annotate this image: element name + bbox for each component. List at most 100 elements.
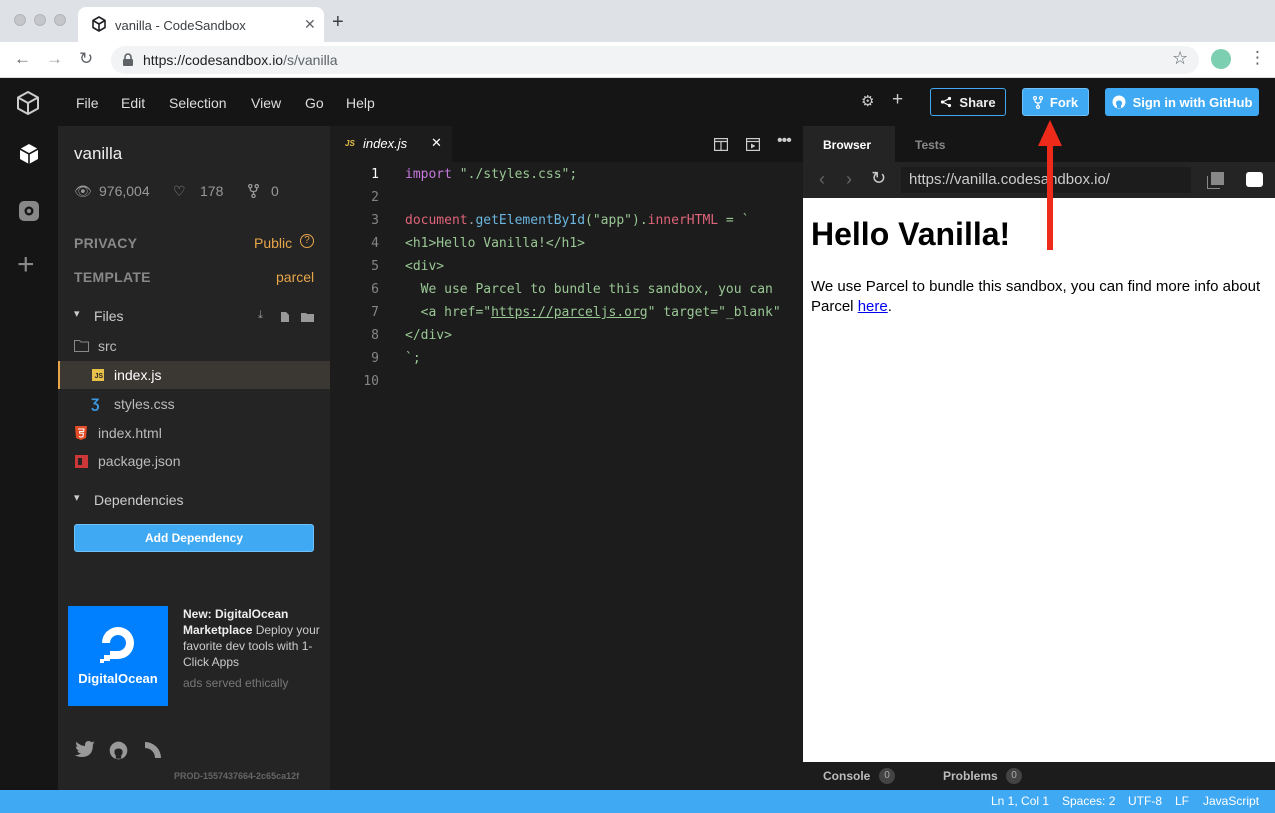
preview-link-here[interactable]: here — [858, 298, 888, 315]
code-line: document.getElementById("app").innerHTML… — [405, 213, 750, 228]
new-tab-icon[interactable]: + — [332, 12, 344, 32]
menu-help[interactable]: Help — [346, 95, 375, 111]
download-icon[interactable]: ⤓ — [258, 309, 263, 322]
open-new-window-icon[interactable] — [1207, 172, 1224, 189]
close-tab-icon[interactable]: ✕ — [431, 135, 442, 151]
ad-text[interactable]: New: DigitalOcean Marketplace Deploy you… — [183, 606, 325, 670]
codesandbox-logo-icon[interactable] — [15, 90, 41, 116]
line-number: 9 — [371, 351, 379, 366]
file-item-index-html[interactable]: index.html — [58, 419, 330, 447]
dependencies-section-title[interactable]: Dependencies — [94, 492, 184, 508]
menu-view[interactable]: View — [251, 95, 281, 111]
settings-gear-icon[interactable]: ⚙ — [861, 92, 874, 110]
new-file-icon[interactable] — [280, 311, 290, 323]
line-number: 2 — [371, 190, 379, 205]
preview-back-icon[interactable]: ‹ — [819, 169, 825, 190]
activity-bar: + — [0, 126, 58, 790]
file-item-styles-css[interactable]: Ʒ styles.css — [58, 390, 330, 418]
template-value[interactable]: parcel — [276, 269, 314, 285]
privacy-label: PRIVACY — [74, 235, 138, 251]
file-item-label: index.js — [114, 367, 162, 383]
digitalocean-ad-image[interactable]: DigitalOcean — [68, 606, 168, 706]
code-line: <a href="https://parceljs.org" target="_… — [405, 305, 781, 320]
bookmark-star-icon[interactable]: ☆ — [1172, 48, 1188, 69]
file-item-index-js[interactable]: JS index.js — [58, 361, 330, 389]
forward-icon[interactable]: → — [46, 49, 63, 69]
browser-menu-icon[interactable]: ⋮ — [1249, 48, 1266, 68]
new-folder-icon[interactable] — [301, 312, 314, 322]
reload-icon[interactable]: ↻ — [79, 49, 93, 69]
profile-avatar[interactable] — [1211, 49, 1231, 69]
line-number: 3 — [371, 213, 379, 228]
preview-forward-icon[interactable]: › — [846, 169, 852, 190]
share-button[interactable]: Share — [930, 88, 1006, 116]
tab-browser[interactable]: Browser — [803, 126, 895, 162]
tab-close-icon[interactable]: ✕ — [304, 16, 316, 33]
folder-icon — [74, 340, 89, 352]
fork-icon — [1032, 95, 1043, 109]
menu-selection[interactable]: Selection — [169, 95, 227, 111]
status-encoding[interactable]: UTF-8 — [1128, 794, 1162, 808]
preview-toggle-icon[interactable] — [746, 138, 760, 151]
deployment-icon[interactable] — [17, 199, 41, 223]
js-file-icon: JS — [92, 369, 104, 381]
files-collapse-chevron-icon[interactable]: ▾ — [74, 307, 80, 320]
menu-go[interactable]: Go — [305, 95, 324, 111]
sandbox-info-icon[interactable] — [17, 142, 41, 166]
preview-fullscreen-icon[interactable] — [1246, 172, 1263, 187]
forks-icon — [248, 184, 259, 198]
privacy-help-icon[interactable]: ? — [300, 234, 314, 248]
close-window-button[interactable] — [14, 14, 26, 26]
file-item-package-json[interactable]: package.json — [58, 447, 330, 475]
preview-url-text: https://vanilla.codesandbox.io/ — [909, 171, 1110, 188]
files-section-title[interactable]: Files — [94, 308, 124, 324]
url-text: https://codesandbox.io/s/vanilla — [143, 52, 338, 68]
fork-label: Fork — [1049, 94, 1079, 110]
code-area[interactable]: 1 2 3 4 5 6 7 8 9 10 import "./styles.cs… — [330, 162, 803, 790]
editor-tab-label: index.js — [363, 136, 408, 151]
line-number: 6 — [371, 282, 379, 297]
spectrum-icon[interactable] — [145, 742, 161, 758]
dependencies-collapse-chevron-icon[interactable]: ▾ — [74, 491, 80, 504]
create-sandbox-icon[interactable]: + — [17, 250, 35, 280]
minimize-window-button[interactable] — [34, 14, 46, 26]
editor-tab-index-js[interactable]: JS index.js ✕ — [330, 126, 452, 162]
npm-file-icon — [75, 455, 88, 468]
status-indentation[interactable]: Spaces: 2 — [1062, 794, 1115, 808]
fork-button[interactable]: Fork — [1022, 88, 1089, 116]
split-view-icon[interactable] — [714, 138, 728, 151]
status-language[interactable]: JavaScript — [1203, 794, 1259, 808]
digitalocean-brand: DigitalOcean — [78, 671, 158, 686]
browser-tab[interactable]: vanilla - CodeSandbox ✕ — [78, 7, 324, 42]
likes-icon[interactable]: ♡ — [173, 183, 186, 200]
tab-tests[interactable]: Tests — [915, 138, 945, 152]
line-number: 1 — [371, 167, 379, 182]
more-options-icon[interactable]: ••• — [777, 132, 792, 150]
add-icon[interactable]: + — [892, 89, 903, 111]
preview-refresh-icon[interactable]: ↻ — [871, 168, 886, 189]
add-dependency-button[interactable]: Add Dependency — [74, 524, 314, 552]
js-tab-icon: JS — [345, 139, 355, 148]
status-cursor-position[interactable]: Ln 1, Col 1 — [991, 794, 1049, 808]
html-file-icon — [75, 426, 87, 440]
github-social-icon[interactable] — [109, 741, 128, 760]
console-tab[interactable]: Console — [823, 769, 870, 783]
tab-browser-label: Browser — [823, 138, 872, 152]
twitter-icon[interactable] — [75, 741, 95, 758]
url-bar[interactable]: https://codesandbox.io/s/vanilla — [111, 46, 1199, 74]
menu-edit[interactable]: Edit — [121, 95, 145, 111]
privacy-value[interactable]: Public — [254, 235, 292, 251]
menu-file[interactable]: File — [76, 95, 99, 111]
sign-in-github-button[interactable]: Sign in with GitHub — [1105, 88, 1259, 116]
annotation-arrow-icon — [1038, 120, 1062, 250]
share-icon — [941, 96, 952, 108]
problems-tab[interactable]: Problems — [943, 769, 998, 783]
code-line: `; — [405, 351, 421, 366]
maximize-window-button[interactable] — [54, 14, 66, 26]
code-line: <div> — [405, 259, 445, 274]
template-label: TEMPLATE — [74, 269, 151, 285]
back-icon[interactable]: ← — [14, 49, 31, 69]
share-label: Share — [959, 94, 996, 110]
status-eol[interactable]: LF — [1175, 794, 1189, 808]
file-item-src[interactable]: src — [58, 332, 330, 360]
